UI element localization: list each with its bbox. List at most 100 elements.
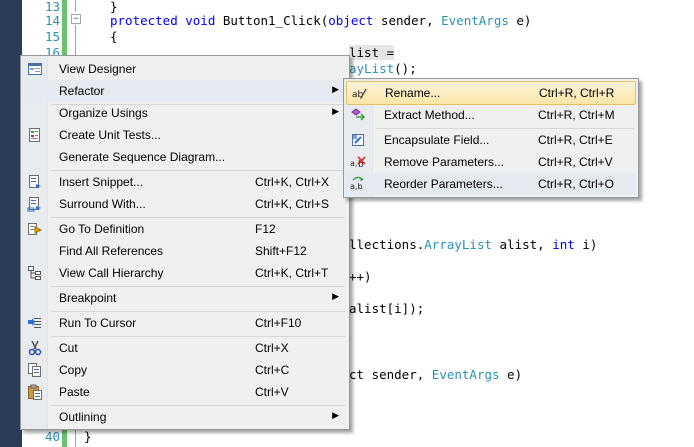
menu-item-shortcut: Ctrl+R, Ctrl+M [538,108,615,122]
goto-definition-icon [27,221,43,237]
menu-item-label: Extract Method... [384,108,475,122]
menu-item-create-unit-tests[interactable]: Create Unit Tests... [23,124,347,146]
run-to-cursor-icon [27,315,43,331]
menu-item-shortcut: Ctrl+X [255,341,289,355]
submenu-arrow-icon: ▶ [332,106,339,116]
menu-item-shortcut: Ctrl+R, Ctrl+E [538,133,613,147]
code-fragment: ayList(); [349,61,417,77]
menu-item-shortcut: F12 [255,222,276,236]
unit-test-icon [27,127,43,143]
svg-text:a,: a, [350,159,357,168]
menu-item-surround-with[interactable]: Surround With... Ctrl+K, Ctrl+S [23,193,347,215]
menu-item-label: Cut [59,341,78,355]
menu-item-shortcut: Ctrl+R, Ctrl+O [538,177,615,191]
copy-icon [27,362,43,378]
code-token: llections. [349,237,425,252]
code-token: protected void [110,13,216,28]
menu-item-run-to-cursor[interactable]: Run To Cursor Ctrl+F10 [23,312,347,334]
code-token: alist[i]); [349,301,425,316]
code-token: ayList [349,61,395,76]
code-token: } [84,429,92,444]
code-line: { [110,29,118,45]
menu-item-shortcut: Ctrl+K, Ctrl+T [255,266,329,280]
menu-item-rename[interactable]: ab Rename... Ctrl+R, Ctrl+R [346,81,636,105]
menu-item-cut[interactable]: Cut Ctrl+X [23,337,347,359]
code-token: Button1_Click( [215,13,329,28]
menu-item-remove-parameters[interactable]: a, b Remove Parameters... Ctrl+R, Ctrl+V [346,151,636,173]
menu-item-label: Create Unit Tests... [59,128,161,142]
menu-item-shortcut: Ctrl+K, Ctrl+X [255,175,330,189]
menu-item-reorder-parameters[interactable]: a,b Reorder Parameters... Ctrl+R, Ctrl+O [346,173,636,195]
outline-line [75,0,76,12]
view-designer-icon [27,61,43,77]
code-fragment: list = [349,45,395,61]
menu-item-encapsulate-field[interactable]: Encapsulate Field... Ctrl+R, Ctrl+E [346,129,636,151]
code-fragment: ct sender, EventArgs e) [349,367,522,383]
menu-item-shortcut: Ctrl+F10 [255,316,302,330]
menu-item-label: Breakpoint [59,291,117,305]
submenu-arrow-icon: ▶ [332,410,339,420]
code-token: e) [499,367,523,382]
code-token: (); [394,61,417,76]
code-fragment: llections.ArrayList alist, int i) [349,237,597,253]
menu-item-shortcut: Ctrl+V [255,385,289,399]
menu-item-outlining[interactable]: Outlining ▶ [23,406,347,428]
code-token: EventArgs [431,367,500,382]
menu-item-label: Go To Definition [59,222,145,236]
menu-item-shortcut: Ctrl+R, Ctrl+R [539,86,615,100]
menu-item-label: Outlining [59,410,107,424]
code-token: int [552,237,575,252]
menu-item-insert-snippet[interactable]: Insert Snippet... Ctrl+K, Ctrl+X [23,171,347,193]
menu-item-label: View Call Hierarchy [59,266,164,280]
menu-item-shortcut: Ctrl+R, Ctrl+V [538,155,613,169]
menu-item-label: Reorder Parameters... [384,177,503,191]
code-token: i) [574,237,598,252]
menu-item-generate-sequence-diagram[interactable]: Generate Sequence Diagram... [23,146,347,168]
editor-context-menu: View Designer Refactor ▶ Organize Usings… [20,55,350,430]
svg-text:a,b: a,b [350,182,363,191]
menu-item-extract-method[interactable]: Extract Method... Ctrl+R, Ctrl+M [346,104,636,126]
menu-item-label: Remove Parameters... [384,155,505,169]
code-token: ++) [349,269,372,284]
menu-item-view-designer[interactable]: View Designer [23,58,347,80]
code-line: protected void Button1_Click(object send… [110,13,531,29]
menu-item-label: Run To Cursor [59,316,137,330]
code-fragment: alist[i]); [349,301,424,317]
menu-item-label: Refactor [59,84,105,98]
code-token: object [328,13,374,28]
code-token: EventArgs [441,13,509,28]
reorder-parameters-icon: a,b [350,176,366,192]
code-token: } [110,0,118,14]
code-token: e) [508,13,532,28]
remove-parameters-icon: a, b [350,154,366,170]
collapse-icon[interactable]: − [71,14,81,24]
menu-item-label: Organize Usings [59,106,148,120]
snippet-icon [27,174,43,190]
encapsulate-field-icon [350,132,366,148]
menu-item-paste[interactable]: Paste Ctrl+V [23,381,347,403]
paste-icon [27,384,43,400]
menu-item-breakpoint[interactable]: Breakpoint ▶ [23,287,347,309]
menu-item-copy[interactable]: Copy Ctrl+C [23,359,347,381]
menu-item-view-call-hierarchy[interactable]: View Call Hierarchy Ctrl+K, Ctrl+T [23,262,347,284]
submenu-arrow-icon: ▶ [332,84,339,94]
code-token: sender, [373,13,442,28]
svg-text:ab: ab [352,90,364,100]
rename-icon: ab [351,85,367,101]
menu-item-shortcut: Shift+F12 [255,244,307,258]
menu-item-label: Paste [59,385,90,399]
menu-item-label: Rename... [385,86,441,100]
menu-item-organize-usings[interactable]: Organize Usings ▶ [23,102,347,124]
extract-method-icon [350,107,366,123]
menu-item-find-all-references[interactable]: Find All References Shift+F12 [23,240,347,262]
menu-item-shortcut: Ctrl+K, Ctrl+S [255,197,330,211]
surround-icon [27,196,43,212]
refactor-submenu: ab Rename... Ctrl+R, Ctrl+R Extract Meth… [343,78,639,198]
code-token: { [110,29,118,44]
call-hierarchy-icon [27,265,43,281]
menu-item-label: View Designer [59,62,137,76]
cut-icon [27,340,43,356]
menu-item-refactor[interactable]: Refactor ▶ [23,80,347,102]
line-number: 14 [44,13,60,28]
menu-item-go-to-definition[interactable]: Go To Definition F12 [23,218,347,240]
